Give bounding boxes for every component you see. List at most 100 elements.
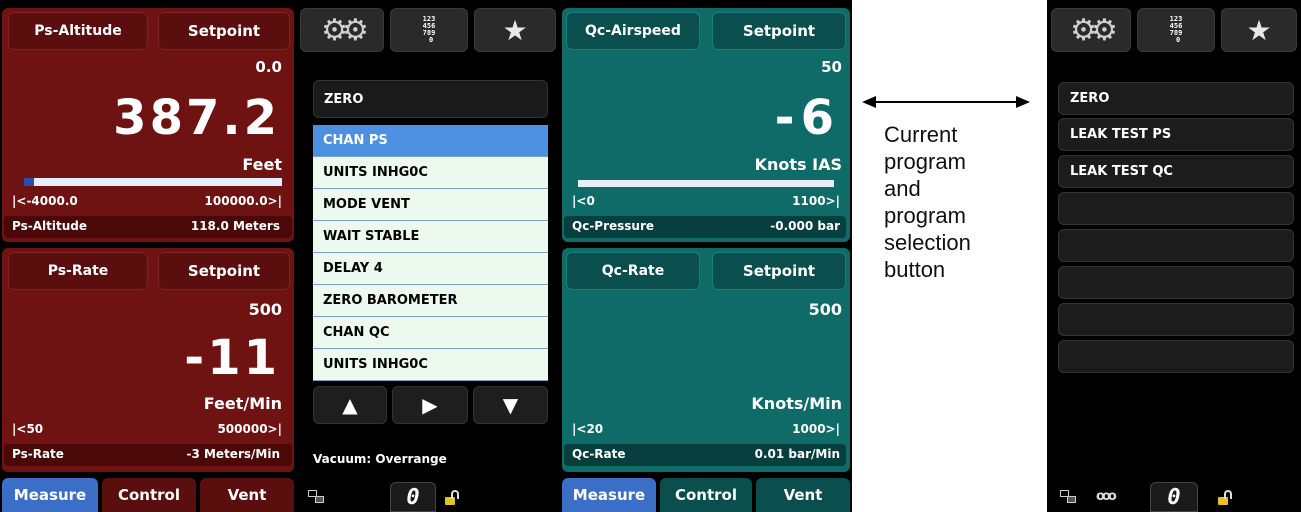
secondary-label: Ps-Rate [12, 447, 64, 461]
units-label: Knots IAS [754, 155, 842, 174]
program-select-label: ZERO [1070, 91, 1110, 106]
tab-control[interactable]: Control [102, 478, 196, 512]
units-label: Feet [242, 155, 282, 174]
program-item-label: UNITS INHG0C [323, 165, 428, 180]
tab-measure[interactable]: Measure [2, 478, 98, 512]
keypad-button[interactable]: 123 456 789 0 [1137, 8, 1215, 52]
keypad-icon: 123 456 789 0 [422, 15, 436, 44]
tab-vent[interactable]: Vent [756, 478, 850, 512]
program-item-label: CHAN PS [323, 133, 388, 148]
program-select-item[interactable] [1058, 266, 1294, 299]
program-item[interactable]: UNITS INHG0C [313, 349, 548, 381]
range-max: 500000>| [217, 422, 282, 436]
setpoint-button[interactable]: Setpoint [712, 12, 846, 50]
program-item-label: ZERO BAROMETER [323, 293, 458, 308]
tab-label: Control [674, 486, 737, 504]
range-bar [578, 180, 834, 187]
triangle-down-icon: ▼ [502, 393, 519, 417]
program-select-item[interactable]: ZERO [1058, 82, 1294, 115]
tab-vent[interactable]: Vent [200, 478, 294, 512]
star-icon: ★ [1246, 13, 1272, 47]
annotation-text: Current program and program selection bu… [884, 122, 971, 282]
range-min: |<50 [12, 422, 44, 436]
favorites-button[interactable]: ★ [474, 8, 556, 52]
range-max: 100000.0>| [204, 194, 282, 208]
program-select-label: LEAK TEST PS [1070, 127, 1172, 142]
program-item-label: CHAN QC [323, 325, 390, 340]
range-min: |<0 [572, 194, 595, 208]
tab-label: Measure [13, 486, 87, 504]
setpoint-label: Setpoint [187, 262, 261, 280]
unlock-icon [445, 490, 461, 506]
range-bar [24, 178, 282, 186]
tab-measure[interactable]: Measure [562, 478, 656, 512]
program-item[interactable]: CHAN QC [313, 317, 548, 349]
program-item-label: DELAY 4 [323, 261, 383, 276]
program-select-item[interactable] [1058, 229, 1294, 262]
program-select-item[interactable]: LEAK TEST PS [1058, 118, 1294, 151]
channel-label: Ps-Altitude [34, 23, 122, 39]
program-select-item[interactable] [1058, 192, 1294, 225]
setpoint-value: 500 [808, 300, 842, 319]
program-item-label: MODE VENT [323, 197, 410, 212]
tab-label: Vent [783, 486, 823, 504]
tab-control[interactable]: Control [660, 478, 752, 512]
play-button[interactable]: ▶ [392, 386, 468, 424]
range-max: 1000>| [792, 422, 840, 436]
favorites-button[interactable]: ★ [1221, 8, 1297, 52]
keypad-button[interactable]: 123 456 789 0 [390, 8, 468, 52]
play-icon: ▶ [422, 393, 438, 417]
program-item-label: UNITS INHG0C [323, 357, 428, 372]
range-min: |<-4000.0 [12, 194, 78, 208]
setpoint-button[interactable]: Setpoint [712, 252, 846, 290]
setpoint-button[interactable]: Setpoint [158, 12, 290, 50]
range-max: 1100>| [792, 194, 840, 208]
program-item[interactable]: UNITS INHG0C [313, 157, 548, 189]
settings-button[interactable]: ⚙⚙ [1051, 8, 1131, 52]
gear-icon: ⚙⚙ [1070, 12, 1118, 48]
setpoint-label: Setpoint [742, 22, 816, 40]
tab-label: Vent [227, 486, 267, 504]
down-arrow-button[interactable]: ▼ [473, 386, 548, 424]
units-label: Feet/Min [203, 394, 282, 413]
double-arrow-icon [862, 96, 1030, 108]
secondary-label: Qc-Rate [572, 447, 626, 461]
secondary-value: 118.0 Meters [190, 219, 280, 233]
counter-value: 0 [1167, 484, 1181, 510]
setpoint-value: 500 [248, 300, 282, 319]
keypad-icon: 123 456 789 0 [1169, 15, 1183, 44]
setpoint-button[interactable]: Setpoint [158, 252, 290, 290]
settings-button[interactable]: ⚙⚙ [300, 8, 384, 52]
program-counter[interactable]: 0 [390, 482, 436, 512]
zero-button[interactable]: ZERO [313, 80, 548, 118]
program-counter[interactable]: 0 [1150, 482, 1198, 512]
units-label: Knots/Min [751, 394, 842, 413]
ps-altitude-channel-button[interactable]: Ps-Altitude [8, 12, 148, 50]
ps-rate-channel-button[interactable]: Ps-Rate [8, 252, 148, 290]
setpoint-label: Setpoint [187, 22, 261, 40]
program-select-item[interactable] [1058, 340, 1294, 373]
link-icon: ooo [1096, 489, 1117, 504]
reading-value: -6 [774, 90, 840, 146]
setpoint-label: Setpoint [742, 262, 816, 280]
qc-rate-channel-button[interactable]: Qc-Rate [566, 252, 700, 290]
counter-value: 0 [406, 484, 420, 510]
program-select-item[interactable]: LEAK TEST QC [1058, 155, 1294, 188]
program-item-selected[interactable]: CHAN PS [313, 125, 548, 157]
reading-value: 387.2 [113, 90, 280, 146]
program-item[interactable]: MODE VENT [313, 189, 548, 221]
channel-label: Ps-Rate [47, 263, 109, 279]
program-item-label: WAIT STABLE [323, 229, 420, 244]
program-item[interactable]: WAIT STABLE [313, 221, 548, 253]
qc-airspeed-channel-button[interactable]: Qc-Airspeed [566, 12, 700, 50]
program-item[interactable]: DELAY 4 [313, 253, 548, 285]
program-select-item[interactable] [1058, 303, 1294, 336]
program-item[interactable]: ZERO BAROMETER [313, 285, 548, 317]
network-icon [1060, 490, 1078, 504]
range-bar-fill [24, 178, 35, 186]
setpoint-value: 0.0 [255, 58, 282, 76]
zero-label: ZERO [324, 91, 364, 107]
channel-label: Qc-Airspeed [585, 23, 681, 39]
channel-label: Qc-Rate [601, 263, 665, 279]
up-arrow-button[interactable]: ▲ [313, 386, 387, 424]
